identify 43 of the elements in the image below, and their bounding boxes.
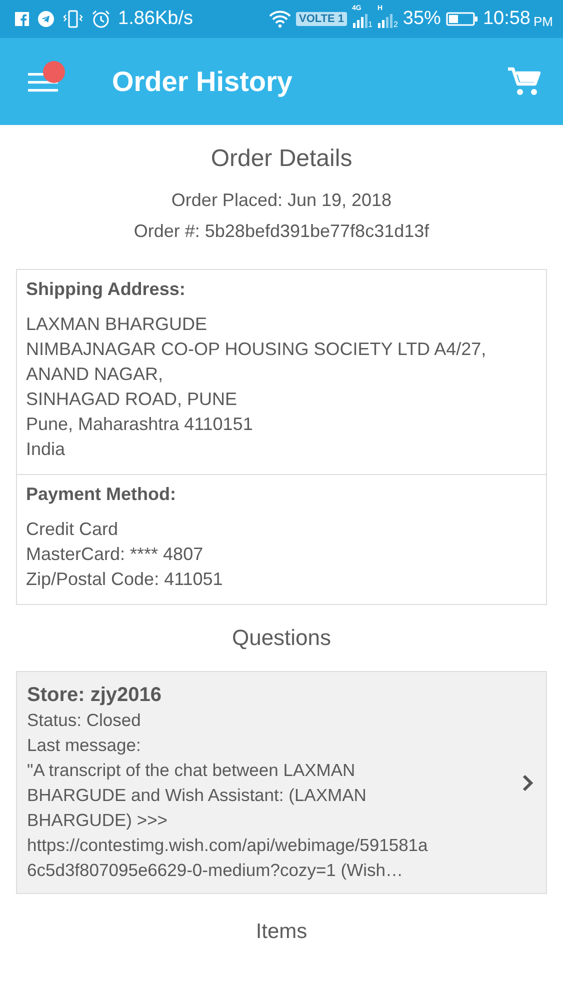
store-name: Store: zjy2016 xyxy=(27,683,163,708)
order-number: Order #: 5b28befd391be77f8c31d13f xyxy=(132,220,430,243)
network-speed: 1.86Kb/s xyxy=(118,8,193,30)
chevron-right-icon xyxy=(522,774,534,792)
battery-percent: 35% xyxy=(402,8,441,30)
order-date: Order Placed: Jun 19, 2018 xyxy=(170,189,393,212)
detail-line: Credit Card xyxy=(26,518,120,541)
section-heading: Order Details xyxy=(210,145,354,173)
screen-title: Order History xyxy=(112,66,294,98)
cart-icon[interactable] xyxy=(507,66,541,98)
detail-line: LAXMAN BHARGUDE xyxy=(26,313,208,336)
detail-line: Pune, Maharashtra 4110151 xyxy=(26,413,254,436)
telegram-icon xyxy=(37,10,55,28)
section-heading: Items xyxy=(254,920,308,944)
section-heading: Questions xyxy=(230,625,332,651)
section-title: Payment Method: xyxy=(26,484,178,505)
section-title: Shipping Address: xyxy=(26,279,186,300)
clock-time: 10:58 xyxy=(482,8,530,30)
signal-icon xyxy=(377,13,394,29)
detail-line: Zip/Postal Code: 411051 xyxy=(26,568,224,591)
sim-number: 1 xyxy=(368,20,372,29)
message-line: 6c5d3f807095e6629-0-medium?cozy=1 (Wish… xyxy=(27,859,404,882)
message-line: BHARGUDE and Wish Assistant: (LAXMAN xyxy=(27,784,368,807)
clock-period: PM xyxy=(534,14,553,28)
wifi-icon xyxy=(268,10,291,28)
detail-line: ANAND NAGAR, xyxy=(26,363,164,386)
vibrate-icon xyxy=(62,9,84,29)
detail-line: MasterCard: **** 4807 xyxy=(26,543,204,566)
message-line: "A transcript of the chat between LAXMAN xyxy=(27,759,356,782)
message-label: Last message: xyxy=(27,734,142,757)
detail-line: SINHAGAD ROAD, PUNE xyxy=(26,388,238,411)
question-card[interactable] xyxy=(16,671,547,894)
detail-line: NIMBAJNAGAR CO-OP HOUSING SOCIETY LTD A4/27, xyxy=(26,338,488,361)
message-line: BHARGUDE) >>> xyxy=(27,809,169,832)
battery-icon xyxy=(446,11,478,27)
facebook-icon xyxy=(14,11,30,27)
detail-line: India xyxy=(26,438,66,461)
message-line: https://contestimg.wish.com/api/webimage/591581a xyxy=(27,834,428,857)
sim-number: 2 xyxy=(393,20,398,29)
question-status: Status: Closed xyxy=(27,709,142,732)
alarm-clock-icon xyxy=(91,9,111,29)
volte-badge: VOLTE 1 xyxy=(296,12,348,26)
signal-icon xyxy=(352,13,368,29)
